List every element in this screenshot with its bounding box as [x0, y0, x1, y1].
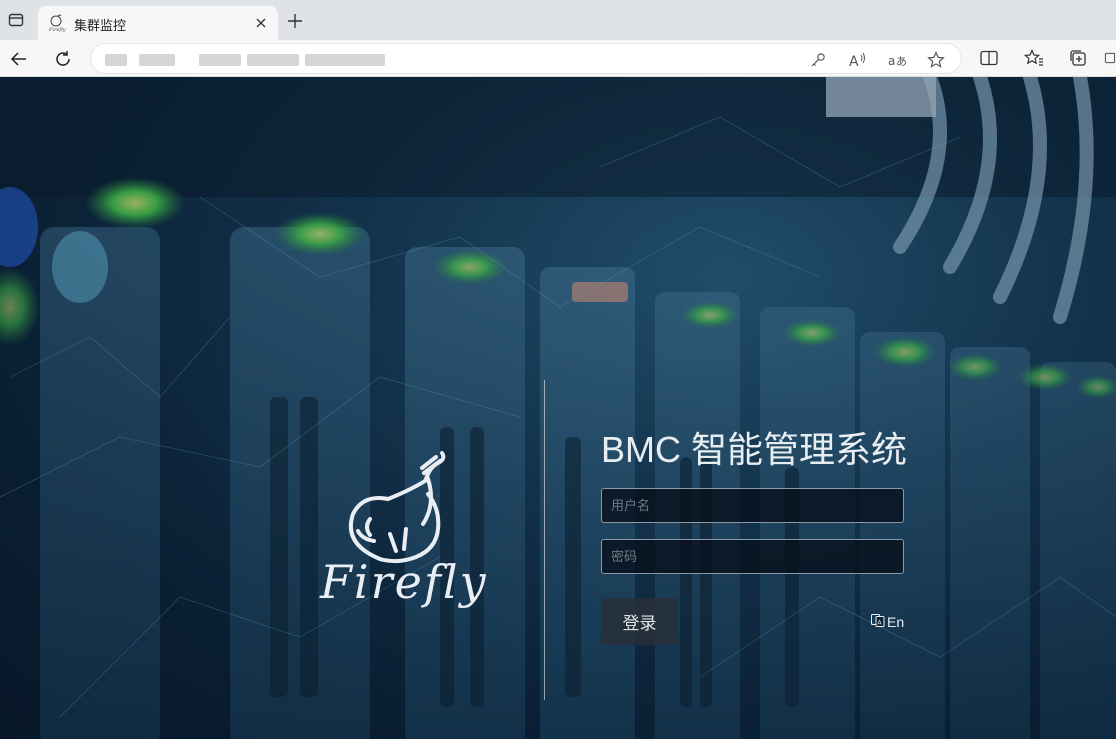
favorites-icon[interactable] [1022, 46, 1046, 70]
new-tab-plus-icon[interactable] [284, 10, 306, 32]
username-input[interactable] [601, 488, 904, 523]
svg-text:A: A [849, 54, 859, 68]
url-blur [199, 54, 241, 66]
language-switch[interactable]: A En [871, 613, 904, 630]
refresh-icon[interactable] [50, 46, 76, 72]
back-arrow-icon[interactable] [6, 46, 32, 72]
language-label: En [887, 613, 905, 630]
star-icon[interactable] [925, 49, 947, 71]
url-blur [105, 54, 127, 66]
password-input[interactable] [601, 539, 904, 574]
address-bar[interactable]: A aあ [90, 43, 962, 74]
browser-toolbar: A aあ [0, 40, 1116, 77]
url-blur [305, 54, 385, 66]
tab-title: 集群监控 [74, 18, 127, 33]
svg-text:a: a [888, 54, 895, 68]
url-blur [139, 54, 175, 66]
collections-icon[interactable] [1066, 46, 1090, 70]
split-screen-icon[interactable] [977, 46, 1001, 70]
translate-icon[interactable]: aあ [887, 49, 909, 71]
extensions-icon[interactable] [1104, 46, 1116, 70]
svg-text:あ: あ [896, 55, 907, 68]
read-aloud-icon[interactable]: A [847, 49, 869, 71]
login-page: Firefly BMC 智能管理系统 登录 A En [0, 77, 1116, 739]
browser-tab[interactable]: Firefly 集群监控 [38, 6, 278, 40]
window-menu-icon[interactable] [4, 8, 28, 32]
url-blur [247, 54, 299, 66]
language-icon: A [871, 613, 885, 630]
close-icon[interactable] [252, 14, 270, 32]
firefly-favicon-icon: Firefly [48, 14, 66, 33]
login-button[interactable]: 登录 [601, 598, 678, 645]
key-icon[interactable] [807, 49, 829, 71]
server-rack-background [0, 77, 1116, 739]
svg-text:Firefly: Firefly [48, 27, 66, 32]
firefly-logo-text: Firefly [320, 555, 488, 609]
login-title: BMC 智能管理系统 [601, 429, 908, 470]
vertical-divider [544, 380, 545, 700]
tab-bar: Firefly 集群监控 [0, 0, 1116, 40]
